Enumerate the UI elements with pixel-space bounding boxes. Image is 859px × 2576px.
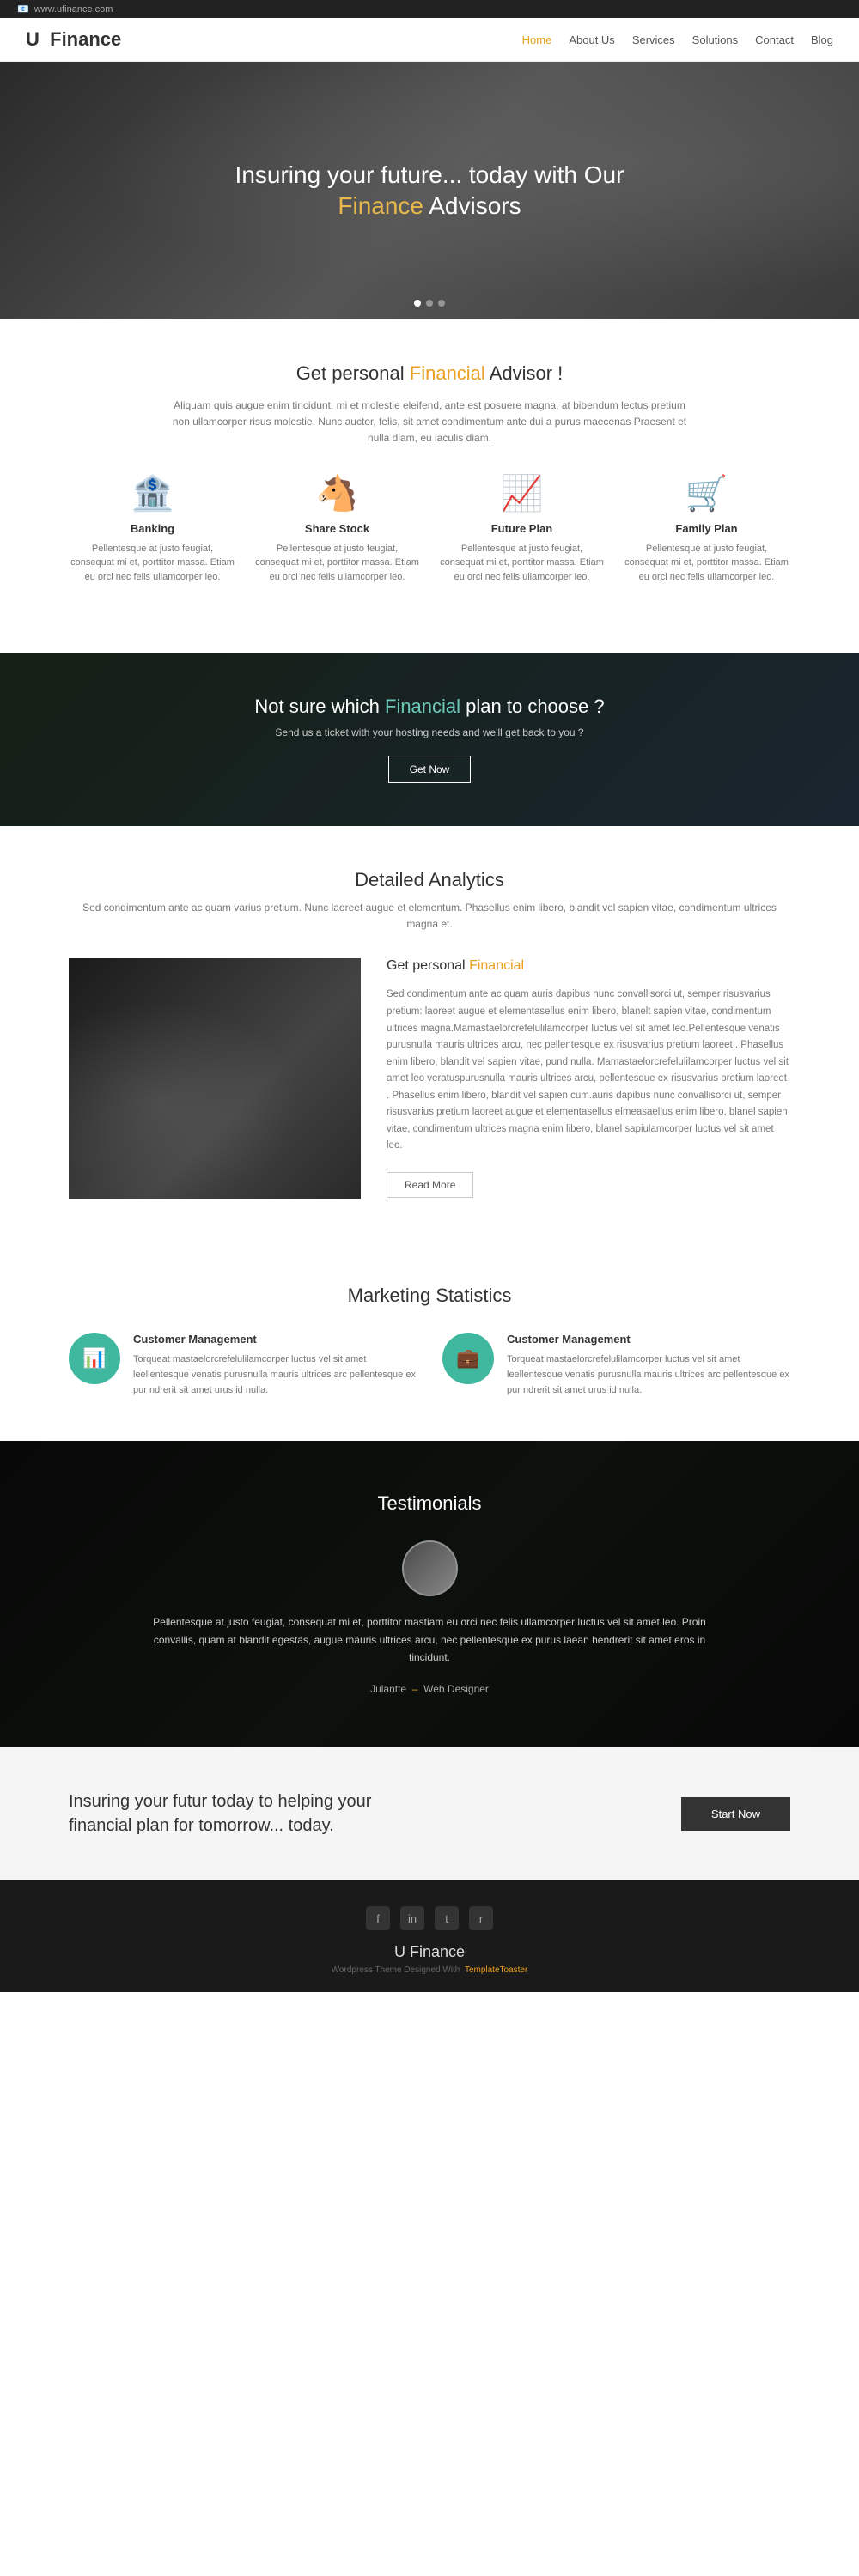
cta-banner-heading: Not sure which Financial plan to choose …	[17, 696, 842, 718]
website-url: www.ufinance.com	[34, 4, 113, 15]
hero-content: Insuring your future... today with OurFi…	[235, 160, 624, 222]
feature-body-3: Pellentesque at justo feugiat, consequat…	[623, 542, 790, 585]
cta-banner-subtext: Send us a ticket with your hosting needs…	[17, 726, 842, 738]
footer-tagline: Wordpress Theme Designed With TemplateTo…	[17, 1965, 842, 1975]
marketing-grid: 📊 Customer Management Torqueat mastaelor…	[69, 1333, 790, 1398]
testimonial-author: Julantte – Web Designer	[69, 1683, 790, 1695]
social-icon-facebook[interactable]: f	[366, 1906, 390, 1930]
feature-icon-3: 🛒	[623, 473, 790, 513]
get-now-button[interactable]: Get Now	[388, 756, 472, 783]
nav-item-contact[interactable]: Contact	[755, 33, 794, 46]
top-bar: 📧 www.ufinance.com	[0, 0, 859, 18]
personal-heading: Get personal Financial Advisor !	[69, 362, 790, 385]
hero-dots[interactable]	[414, 300, 445, 307]
avatar-image	[404, 1542, 456, 1595]
feature-title-3: Family Plan	[623, 522, 790, 535]
nav-item-about-us[interactable]: About Us	[569, 33, 614, 46]
marketing-icon-0: 📊	[69, 1333, 120, 1384]
feature-title-2: Future Plan	[438, 522, 606, 535]
analytics-image-inner	[69, 958, 361, 1199]
feature-item-1: 🐴 Share Stock Pellentesque at justo feug…	[253, 473, 421, 611]
main-nav: Home About Us Services Solutions Contact Blog	[522, 33, 833, 46]
social-icon-twitter[interactable]: t	[435, 1906, 459, 1930]
social-icon-rss[interactable]: r	[469, 1906, 493, 1930]
feature-item-0: 🏦 Banking Pellentesque at justo feugiat,…	[69, 473, 236, 611]
hero-heading: Insuring your future... today with OurFi…	[235, 160, 624, 222]
cta-section: Insuring your futur today to helping you…	[0, 1747, 859, 1880]
author-role: Web Designer	[423, 1683, 489, 1695]
analytics-content-body: Sed condimentum ante ac quam auris dapib…	[387, 987, 790, 1154]
feature-title-1: Share Stock	[253, 522, 421, 535]
marketing-item-1: 💼 Customer Management Torqueat mastaelor…	[442, 1333, 790, 1398]
footer-tagline-plain: Wordpress Theme Designed With	[332, 1965, 460, 1975]
feature-item-3: 🛒 Family Plan Pellentesque at justo feug…	[623, 473, 790, 611]
testimonial-avatar	[402, 1540, 458, 1596]
hero-section: Insuring your future... today with OurFi…	[0, 62, 859, 319]
feature-item-2: 📈 Future Plan Pellentesque at justo feug…	[438, 473, 606, 611]
start-now-button[interactable]: Start Now	[681, 1797, 790, 1831]
feature-icon-0: 🏦	[69, 473, 236, 513]
testimonials-heading: Testimonials	[69, 1492, 790, 1515]
analytics-text-block: Get personal Financial Sed condimentum a…	[387, 958, 790, 1199]
feature-title-0: Banking	[69, 522, 236, 535]
marketing-title-1: Customer Management	[507, 1333, 790, 1346]
marketing-text-1: Customer Management Torqueat mastaelorcr…	[507, 1333, 790, 1398]
header: U Finance Home About Us Services Solutions C…	[0, 18, 859, 62]
marketing-item-0: 📊 Customer Management Torqueat mastaelor…	[69, 1333, 417, 1398]
personal-advisor-section: Get personal Financial Advisor ! Aliquam…	[0, 319, 859, 653]
feature-body-2: Pellentesque at justo feugiat, consequat…	[438, 542, 606, 585]
logo-text: Finance	[50, 28, 121, 50]
marketing-heading: Marketing Statistics	[69, 1285, 790, 1307]
cta-heading: Insuring your futur today to helping you…	[69, 1789, 412, 1838]
feature-body-0: Pellentesque at justo feugiat, consequat…	[69, 542, 236, 585]
testimonial-body: Pellentesque at justo feugiat, consequat…	[150, 1613, 709, 1666]
hero-dot-1[interactable]	[414, 300, 421, 307]
footer-tagline-highlight: TemplateToaster	[465, 1965, 527, 1975]
marketing-body-1: Torqueat mastaelorcrefelulilamcorper luc…	[507, 1352, 790, 1398]
nav-item-blog[interactable]: Blog	[811, 33, 833, 46]
author-name: Julantte	[370, 1683, 406, 1695]
email-icon: 📧	[17, 3, 29, 15]
marketing-title-0: Customer Management	[133, 1333, 417, 1346]
marketing-body-0: Torqueat mastaelorcrefelulilamcorper luc…	[133, 1352, 417, 1398]
marketing-section: Marketing Statistics 📊 Customer Manageme…	[0, 1242, 859, 1441]
personal-body: Aliquam quis augue enim tincidunt, mi et…	[172, 398, 687, 447]
features-grid: 🏦 Banking Pellentesque at justo feugiat,…	[69, 473, 790, 611]
social-icons: fintr	[17, 1906, 842, 1930]
analytics-heading: Detailed Analytics	[69, 869, 790, 891]
nav-item-solutions[interactable]: Solutions	[692, 33, 738, 46]
analytics-subtitle: Sed condimentum ante ac quam varius pret…	[69, 900, 790, 933]
footer-logo: U Finance	[17, 1943, 842, 1961]
testimonials-section: Testimonials Pellentesque at justo feugi…	[0, 1441, 859, 1747]
hero-line1: Insuring your future... today with OurFi…	[235, 161, 624, 219]
hero-dot-2[interactable]	[426, 300, 433, 307]
feature-icon-1: 🐴	[253, 473, 421, 513]
nav-item-services[interactable]: Services	[632, 33, 675, 46]
marketing-icon-1: 💼	[442, 1333, 494, 1384]
analytics-content-heading: Get personal Financial	[387, 958, 790, 974]
read-more-button[interactable]: Read More	[387, 1172, 473, 1198]
hero-dot-3[interactable]	[438, 300, 445, 307]
analytics-image	[69, 958, 361, 1199]
feature-body-1: Pellentesque at justo feugiat, consequat…	[253, 542, 421, 585]
nav-item-home[interactable]: Home	[522, 33, 552, 46]
cta-banner-section: Not sure which Financial plan to choose …	[0, 653, 859, 826]
feature-icon-2: 📈	[438, 473, 606, 513]
analytics-section: Detailed Analytics Sed condimentum ante …	[0, 826, 859, 1242]
footer: fintr U Finance Wordpress Theme Designed…	[0, 1880, 859, 1992]
social-icon-linkedin[interactable]: in	[400, 1906, 424, 1930]
marketing-text-0: Customer Management Torqueat mastaelorcr…	[133, 1333, 417, 1398]
analytics-content: Get personal Financial Sed condimentum a…	[69, 958, 790, 1199]
logo-letter: U	[26, 28, 40, 50]
logo: U Finance	[26, 28, 121, 51]
